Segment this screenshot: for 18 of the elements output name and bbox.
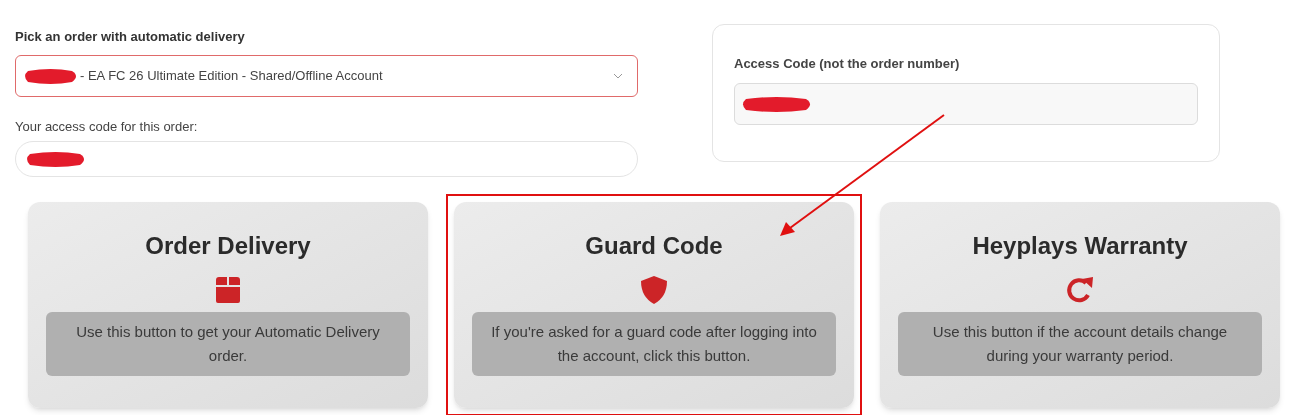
access-code-field[interactable] bbox=[734, 82, 1198, 125]
action-card[interactable]: Order Delivery Use this button to get your Automatic Delivery order. bbox=[28, 202, 428, 408]
action-card[interactable]: Guard Code If you're asked for a guard code after logging into the account, click this button. bbox=[454, 202, 854, 408]
card-description: If you're asked for a guard code after logging into the account, click this button. bbox=[472, 312, 836, 376]
field-label: Pick an order with automatic delivery bbox=[15, 28, 246, 46]
field-label: Access Code (not the order number) bbox=[734, 55, 961, 73]
refresh-icon bbox=[1066, 276, 1094, 304]
card-title: Guard Code bbox=[585, 231, 723, 261]
box-icon bbox=[214, 276, 242, 304]
card-title: Heyplays Warranty bbox=[972, 231, 1188, 261]
chevron-down-icon bbox=[613, 72, 623, 79]
shield-icon bbox=[640, 275, 668, 305]
card-title: Order Delivery bbox=[145, 231, 311, 261]
card-description: Use this button if the account details change during your warranty period. bbox=[898, 312, 1262, 376]
card-description: Use this button to get your Automatic Delivery order. bbox=[46, 312, 410, 376]
action-card[interactable]: Heyplays Warranty Use this button if the account details change during your warranty period. bbox=[880, 202, 1280, 408]
order-select[interactable]: - EA FC 26 Ultimate Edition - Shared/Offline Account bbox=[15, 54, 638, 97]
field-label: Your access code for this order: bbox=[15, 117, 199, 136]
